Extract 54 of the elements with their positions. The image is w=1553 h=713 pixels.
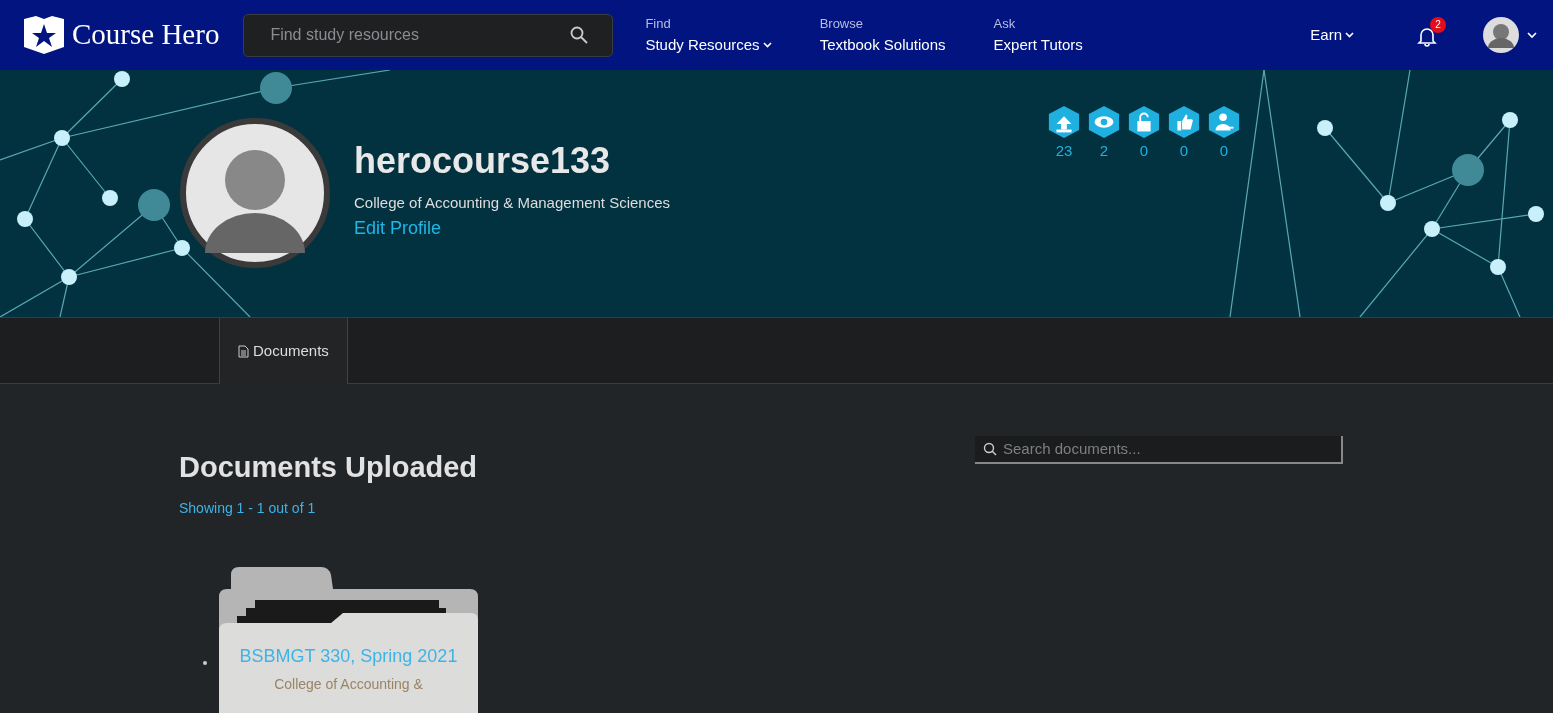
stat-count: 2 (1099, 141, 1109, 161)
folder-school: College of Accounting & (273, 674, 424, 694)
edit-profile-link[interactable]: Edit Profile (354, 214, 671, 242)
shield-star-icon[interactable] (24, 16, 64, 54)
chevron-icon[interactable] (1527, 31, 1537, 39)
search-input[interactable]: Find study resources (268, 22, 571, 48)
nav-caption: Ask (993, 15, 1017, 33)
thumbs-up-icon (1167, 104, 1202, 140)
document-icon (238, 344, 249, 358)
upload-icon (1047, 104, 1082, 140)
notification-count: 2 (1430, 17, 1446, 33)
network-node (1490, 259, 1506, 275)
tab[interactable]: Documents (219, 318, 348, 384)
network-node (17, 211, 33, 227)
nav-link[interactable]: Expert Tutors (993, 33, 1083, 56)
network-node (1317, 120, 1333, 136)
chevron-icon (1345, 32, 1354, 38)
search-field[interactable]: Search documents... (975, 436, 1343, 464)
earn-link[interactable]: Earn (1310, 23, 1354, 47)
network-node (102, 190, 118, 206)
search-input[interactable]: Search documents... (1001, 436, 1333, 462)
eye-icon (1087, 104, 1122, 140)
network-node (54, 130, 70, 146)
bullet (203, 660, 207, 665)
results-count: Showing 1 - 1 out of 1 (179, 498, 317, 518)
school-name: College of Accounting & Management Sciences (354, 193, 671, 213)
logo-text[interactable]: Course Hero (72, 13, 220, 57)
nav-caption: Find (645, 15, 672, 33)
network-node (174, 240, 190, 256)
stat-count: 0 (1179, 141, 1189, 161)
nav-link[interactable]: Study Resources (645, 33, 772, 56)
network-node (260, 72, 292, 104)
stat-count: 0 (1139, 141, 1149, 161)
network-node (138, 189, 170, 221)
section-title: Documents Uploaded (179, 450, 479, 485)
stat-count: 23 (1055, 141, 1073, 161)
nav-link[interactable]: Textbook Solutions (819, 33, 946, 56)
network-node (114, 71, 130, 87)
network-node (1528, 206, 1544, 222)
username: herocourse133 (354, 139, 612, 183)
user-icon (1207, 104, 1242, 140)
network-node (1380, 195, 1396, 211)
network-node (61, 269, 77, 285)
network-node (1452, 154, 1484, 186)
avatar-icon[interactable] (1483, 17, 1519, 53)
nav-caption: Browse (819, 15, 864, 33)
search-icon (983, 442, 997, 456)
network-node (1502, 112, 1518, 128)
stat-count: 0 (1219, 141, 1229, 161)
network-node (1424, 221, 1440, 237)
chevron-icon (762, 41, 772, 48)
unlock-icon (1127, 104, 1162, 140)
search-field[interactable]: Find study resources (243, 13, 614, 57)
search-icon[interactable] (570, 26, 589, 44)
